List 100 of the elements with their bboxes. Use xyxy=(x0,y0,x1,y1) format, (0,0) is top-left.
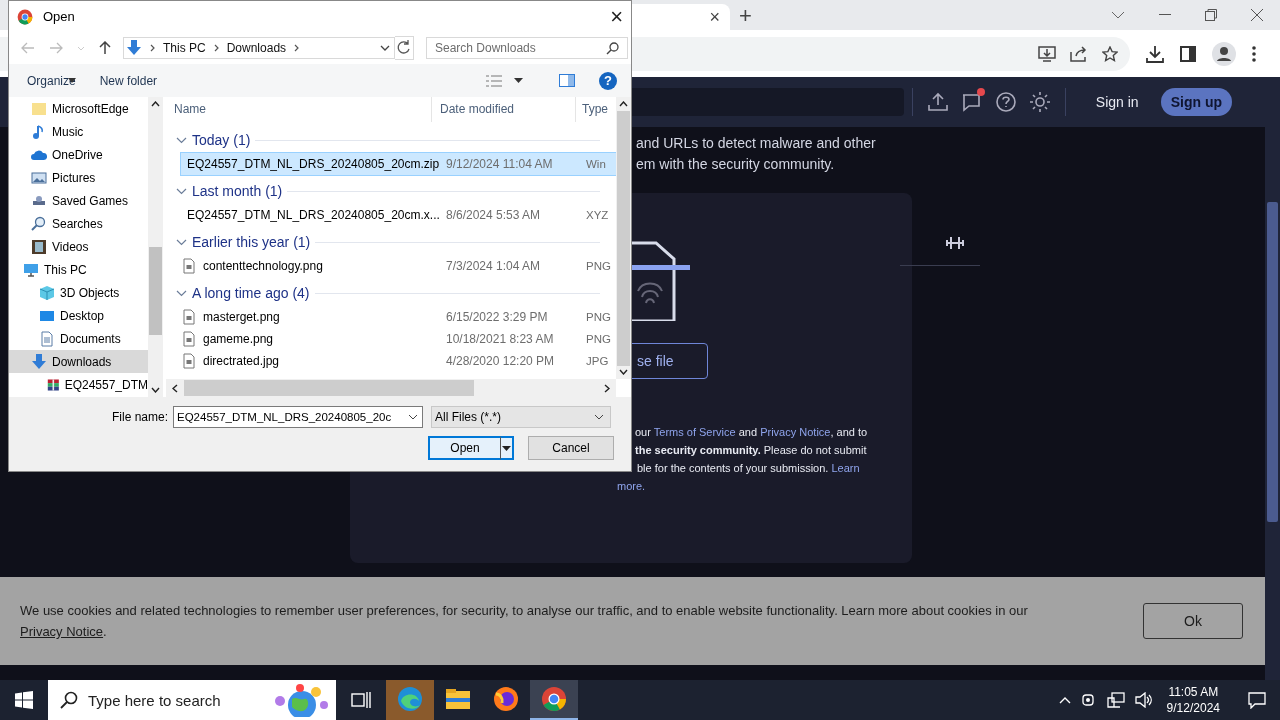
windows-start-icon[interactable] xyxy=(15,691,33,709)
network-icon[interactable] xyxy=(1106,692,1125,708)
column-header[interactable]: Date modified xyxy=(432,97,576,122)
restore-icon[interactable] xyxy=(1205,9,1217,21)
notification-icon[interactable] xyxy=(1248,691,1266,709)
breadcrumb-item[interactable]: This PC xyxy=(163,41,206,55)
file-name-field[interactable]: EQ24557_DTM_NL_DRS_20240805_20c xyxy=(173,406,423,428)
nav-item[interactable]: OneDrive xyxy=(9,143,148,166)
tab-close-button[interactable]: × xyxy=(709,8,720,26)
minimize-icon[interactable] xyxy=(1159,14,1171,16)
cube-icon xyxy=(39,284,55,301)
scrollbar-thumb[interactable] xyxy=(1267,202,1278,522)
meet-now-icon[interactable] xyxy=(1080,692,1097,708)
file-row[interactable]: EQ24557_DTM_NL_DRS_20240805_20cm.zip 9/12/2024 11:04 AM Win xyxy=(181,153,616,175)
ok-button[interactable]: Ok xyxy=(1143,603,1243,639)
search-icon xyxy=(606,41,619,55)
collapse-chevron-icon[interactable] xyxy=(176,238,187,246)
terms-link[interactable]: Terms of Service xyxy=(653,426,736,438)
file-row[interactable]: EQ24557_DTM_NL_DRS_20240805_20cm.x... 8/6/2024 5:53 AM XYZ xyxy=(181,204,616,226)
nav-item[interactable]: 3D Objects xyxy=(9,281,148,304)
breadcrumb-item[interactable]: Downloads xyxy=(226,41,287,55)
sun-icon[interactable] xyxy=(1028,91,1051,113)
task-view-icon[interactable] xyxy=(351,691,371,709)
privacy-link[interactable]: Privacy Notice xyxy=(20,624,104,639)
file-row[interactable]: contenttechnology.png 7/3/2024 1:04 AM PNG xyxy=(181,255,616,277)
install-icon[interactable] xyxy=(1038,45,1056,62)
nav-item[interactable]: This PC xyxy=(9,258,148,281)
help-button[interactable]: ? xyxy=(599,71,617,90)
group-heading[interactable]: Last month (1) xyxy=(192,183,283,199)
code-icon[interactable] xyxy=(945,235,965,251)
group-heading[interactable]: A long time ago (4) xyxy=(192,285,310,301)
scrollbar-thumb[interactable] xyxy=(184,380,474,396)
collapse-chevron-icon[interactable] xyxy=(176,136,187,144)
group-heading[interactable]: Today (1) xyxy=(192,132,251,148)
nav-item[interactable]: Searches xyxy=(9,212,148,235)
new-folder-button[interactable]: New folder xyxy=(99,73,158,88)
menu-icon[interactable] xyxy=(1252,45,1256,62)
open-button[interactable]: Open xyxy=(428,436,500,460)
close-icon[interactable] xyxy=(1251,9,1263,21)
scrollbar-thumb[interactable] xyxy=(149,247,162,335)
volume-icon[interactable] xyxy=(1134,692,1153,708)
nav-item[interactable]: Videos xyxy=(9,235,148,258)
taskbar-search-field[interactable]: Type here to search xyxy=(48,680,336,720)
close-button[interactable]: × xyxy=(610,3,623,30)
profile-icon[interactable] xyxy=(1212,41,1236,66)
chevron-right-icon[interactable] xyxy=(294,44,300,52)
up-arrow-icon[interactable] xyxy=(99,41,111,55)
intro-text: em with the security community. xyxy=(636,155,836,174)
chevron-right-icon[interactable] xyxy=(150,44,155,52)
chevron-down-icon[interactable] xyxy=(380,45,390,51)
image-file-icon xyxy=(181,353,197,369)
scroll-right-icon[interactable] xyxy=(604,383,610,393)
new-tab-button[interactable]: + xyxy=(739,4,752,28)
search-icon xyxy=(31,215,47,232)
side-panel-icon[interactable] xyxy=(1180,45,1196,62)
nav-item[interactable]: Music xyxy=(9,120,148,143)
chevron-down-icon[interactable] xyxy=(1111,11,1125,19)
upload-icon[interactable] xyxy=(926,91,949,113)
scrollbar-thumb[interactable] xyxy=(617,111,630,366)
help-icon[interactable] xyxy=(994,91,1017,113)
chat-icon[interactable] xyxy=(960,91,983,113)
file-row[interactable]: masterget.png 6/15/2022 3:29 PM PNG xyxy=(181,306,616,328)
clock-time[interactable]: 11:05 AM xyxy=(1168,684,1219,700)
nav-item[interactable]: EQ24557_DTM xyxy=(9,373,148,396)
preview-pane-icon[interactable] xyxy=(559,74,575,87)
scroll-up-icon[interactable] xyxy=(619,101,628,107)
clock-date[interactable]: 9/12/2024 xyxy=(1166,700,1220,716)
scroll-up-icon[interactable] xyxy=(151,101,160,107)
refresh-icon[interactable] xyxy=(395,36,414,60)
sign-in-link[interactable]: Sign in xyxy=(1095,94,1139,110)
terms-link[interactable]: more. xyxy=(617,480,646,492)
nav-item[interactable]: Saved Games xyxy=(9,189,148,212)
column-header[interactable]: Type xyxy=(576,97,616,122)
nav-item[interactable]: Downloads xyxy=(9,350,148,373)
archive-icon xyxy=(47,376,60,393)
share-icon[interactable] xyxy=(1070,45,1088,62)
nav-item[interactable]: Pictures xyxy=(9,166,148,189)
scroll-down-icon[interactable] xyxy=(151,387,160,393)
taskbar-app[interactable] xyxy=(530,680,578,720)
chevron-up-icon[interactable] xyxy=(1058,696,1071,704)
collapse-chevron-icon[interactable] xyxy=(176,289,187,297)
nav-item[interactable]: Documents xyxy=(9,327,148,350)
scroll-left-icon[interactable] xyxy=(172,383,178,393)
nav-item[interactable]: Desktop xyxy=(9,304,148,327)
folder-icon xyxy=(445,686,471,712)
collapse-chevron-icon[interactable] xyxy=(176,187,187,195)
open-dropdown-button[interactable] xyxy=(500,436,514,460)
sign-up-button[interactable]: Sign up xyxy=(1160,88,1232,116)
nav-item[interactable]: MicrosoftEdge xyxy=(9,97,148,120)
scroll-down-icon[interactable] xyxy=(619,369,628,375)
download-icon[interactable] xyxy=(1146,44,1164,63)
search-field[interactable]: Search Downloads xyxy=(426,37,628,59)
terms-link[interactable]: Learn xyxy=(831,462,860,474)
file-type-dropdown[interactable]: All Files (*.*) xyxy=(431,406,611,428)
address-field[interactable]: This PC Downloads xyxy=(123,37,395,59)
column-header[interactable]: Name xyxy=(166,97,432,122)
group-heading[interactable]: Earlier this year (1) xyxy=(192,234,311,250)
cancel-button[interactable]: Cancel xyxy=(528,436,614,460)
star-icon[interactable] xyxy=(1102,45,1118,62)
chevron-right-icon[interactable] xyxy=(213,44,219,52)
